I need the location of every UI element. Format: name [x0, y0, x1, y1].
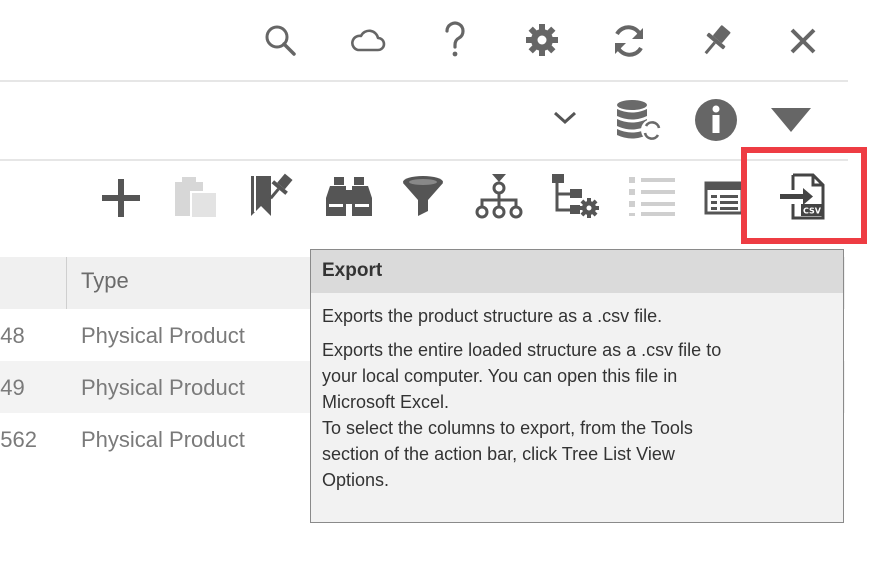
filter-icon[interactable] — [400, 174, 446, 220]
tooltip-line: To select the columns to export, from th… — [322, 418, 693, 438]
export-tooltip: Export Exports the product structure as … — [310, 249, 844, 523]
export-highlight-box — [741, 147, 867, 244]
row-id-cell: 249 — [0, 375, 25, 400]
row-id-cell: 248 — [0, 323, 25, 348]
column-header-type[interactable]: Type — [81, 268, 129, 294]
toolbar-divider — [0, 80, 848, 82]
tooltip-line: Exports the entire loaded structure as a… — [322, 340, 722, 360]
tree-icon[interactable] — [474, 172, 524, 220]
tooltip-line: your local computer. You can open this f… — [322, 366, 678, 386]
tooltip-line: section of the action bar, click Tree Li… — [322, 444, 675, 464]
database-refresh-icon[interactable] — [614, 98, 664, 142]
tree-settings-icon[interactable] — [550, 172, 600, 220]
bookmark-pin-icon[interactable] — [247, 172, 295, 220]
help-icon[interactable] — [440, 20, 470, 60]
row-type-cell: Physical Product — [81, 427, 245, 452]
search-icon[interactable] — [262, 22, 298, 58]
chevron-down-icon[interactable] — [552, 108, 578, 128]
row-type-cell: Physical Product — [81, 375, 245, 400]
table-view-icon[interactable] — [703, 177, 745, 219]
close-icon[interactable] — [788, 26, 818, 56]
add-icon[interactable] — [99, 176, 143, 220]
column-separator[interactable] — [66, 257, 67, 309]
tooltip-line: Options. — [322, 470, 390, 490]
info-icon[interactable] — [693, 97, 739, 143]
binoculars-icon[interactable] — [324, 174, 374, 220]
settings-icon[interactable] — [524, 22, 560, 58]
paste-icon — [171, 174, 221, 220]
cloud-icon[interactable] — [349, 24, 387, 56]
numbered-list-icon — [627, 174, 677, 218]
tooltip-summary: Exports the product structure as a .csv … — [322, 306, 663, 326]
row-id-cell: 3562 — [0, 427, 37, 452]
pin-icon[interactable] — [697, 22, 735, 60]
action-bar-divider — [0, 159, 848, 161]
refresh-icon[interactable] — [610, 22, 648, 60]
tooltip-title: Export — [311, 250, 843, 293]
triangle-down-icon[interactable] — [769, 105, 813, 135]
row-type-cell: Physical Product — [81, 323, 245, 348]
tooltip-line: Microsoft Excel. — [322, 392, 450, 412]
